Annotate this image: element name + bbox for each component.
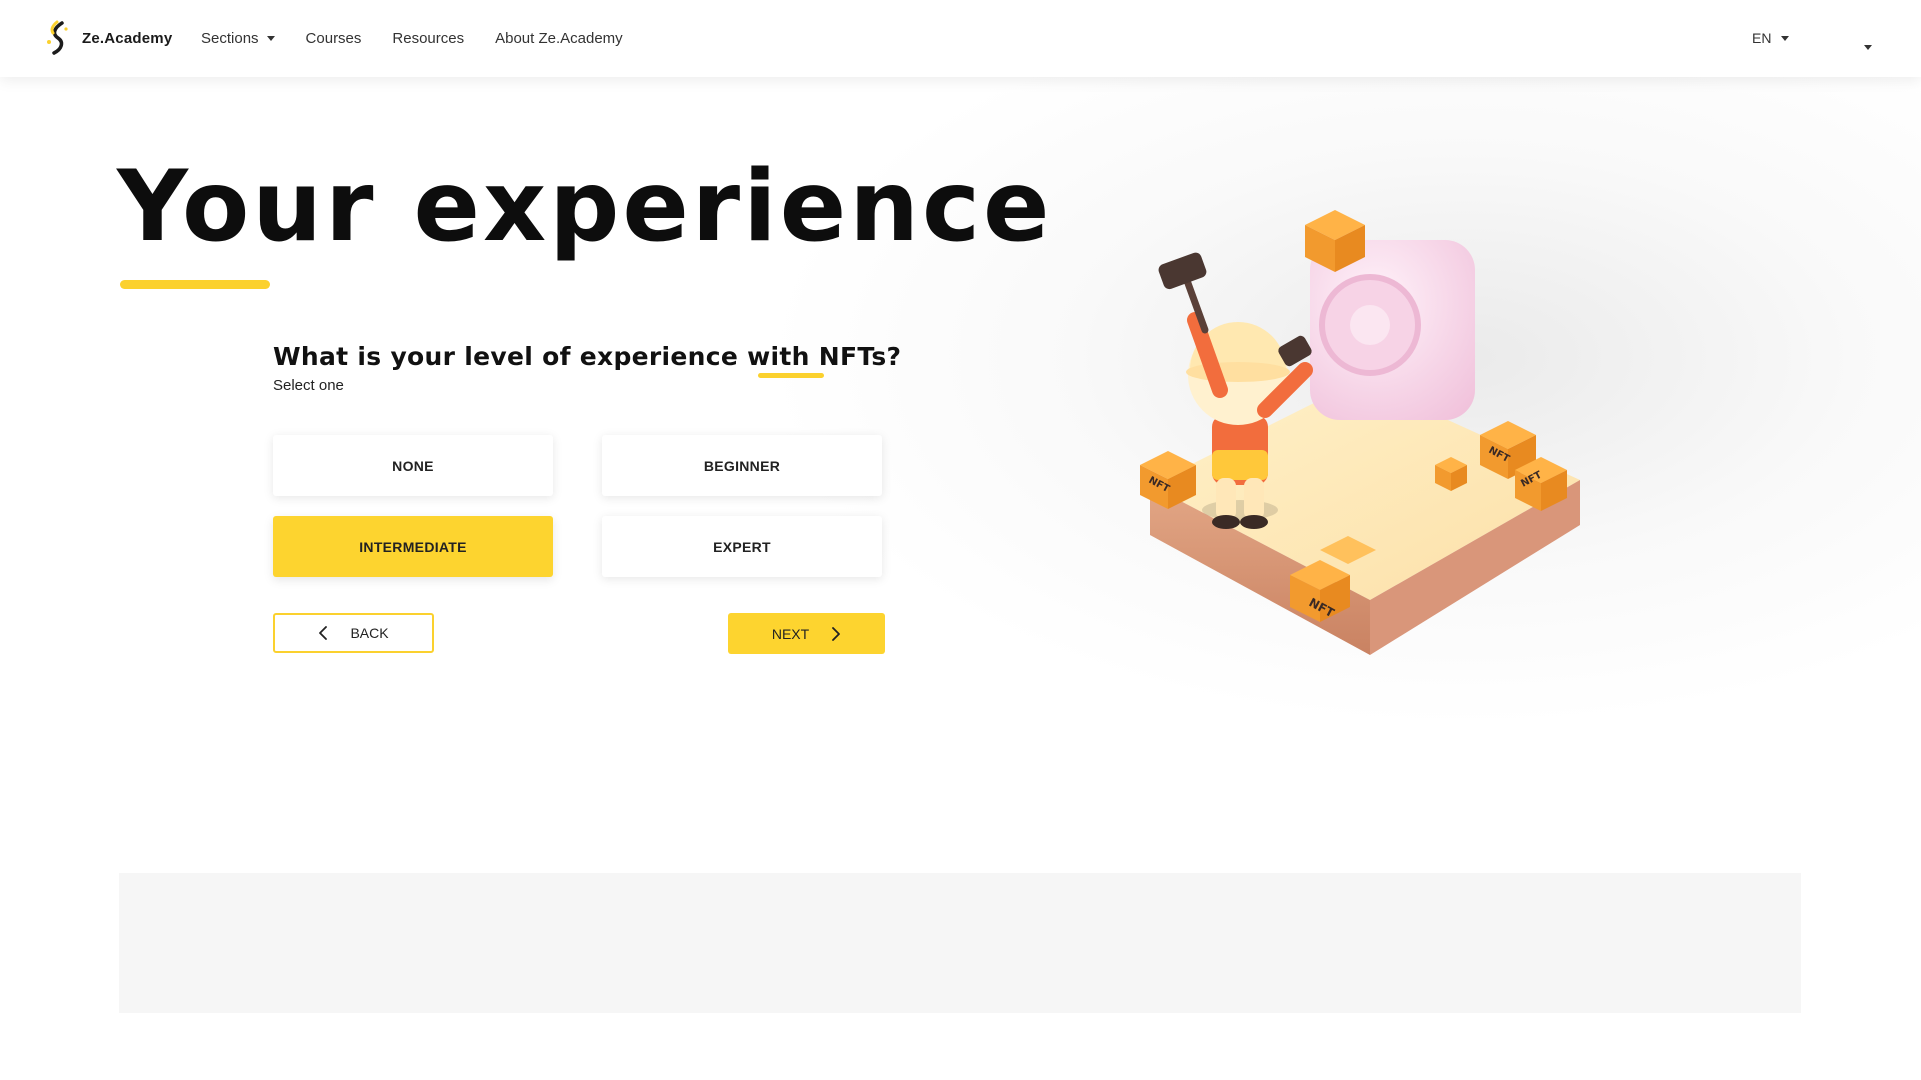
main-menu: Sections Courses Resources About Ze.Acad…: [201, 0, 623, 77]
caret-down-icon: [1864, 45, 1872, 50]
option-none[interactable]: NONE: [273, 435, 553, 496]
option-label: NONE: [392, 457, 434, 474]
option-label: EXPERT: [713, 538, 771, 555]
option-intermediate[interactable]: INTERMEDIATE: [273, 516, 553, 577]
nav-resources-label: Resources: [392, 30, 465, 47]
option-beginner[interactable]: BEGINNER: [602, 435, 882, 496]
back-button-label: BACK: [350, 625, 389, 641]
question-highlight-underline: [758, 373, 824, 378]
brand-name: Ze.Academy: [82, 29, 173, 47]
nav-sections-label: Sections: [201, 30, 259, 47]
nav-sections[interactable]: Sections: [201, 30, 275, 47]
caret-down-icon: [266, 36, 275, 41]
option-expert[interactable]: EXPERT: [602, 516, 882, 577]
ze-academy-logo-icon: [47, 20, 68, 55]
caret-down-icon: [1781, 35, 1790, 41]
nav-courses-label: Courses: [305, 30, 362, 47]
option-label: BEGINNER: [703, 457, 781, 474]
next-button[interactable]: NEXT: [728, 613, 885, 654]
chevron-left-icon: [319, 626, 328, 640]
top-navbar: Ze.Academy Sections Courses Resources Ab…: [0, 0, 1921, 77]
question-text: What is your level of experience with NF…: [273, 342, 902, 371]
next-button-label: NEXT: [771, 625, 810, 642]
nft-miner-illustration: NFT NFT NFT NFT: [1140, 210, 1580, 655]
language-label: EN: [1752, 30, 1772, 46]
back-button[interactable]: BACK: [273, 613, 434, 653]
footer-placeholder-band: [119, 873, 1801, 1013]
nav-courses[interactable]: Courses: [306, 30, 362, 47]
nav-about[interactable]: About Ze.Academy: [495, 30, 623, 47]
nav-resources[interactable]: Resources: [392, 30, 464, 47]
page-title: Your experience: [117, 150, 1053, 264]
account-dropdown[interactable]: [1864, 37, 1872, 55]
language-selector[interactable]: EN: [1752, 30, 1790, 46]
option-label: INTERMEDIATE: [359, 538, 467, 555]
brand-logo[interactable]: Ze.Academy: [44, 20, 172, 56]
nav-about-label: About Ze.Academy: [495, 30, 623, 47]
selection-hint: Select one: [273, 377, 344, 394]
title-underline: [120, 280, 270, 289]
chevron-right-icon: [832, 626, 841, 641]
